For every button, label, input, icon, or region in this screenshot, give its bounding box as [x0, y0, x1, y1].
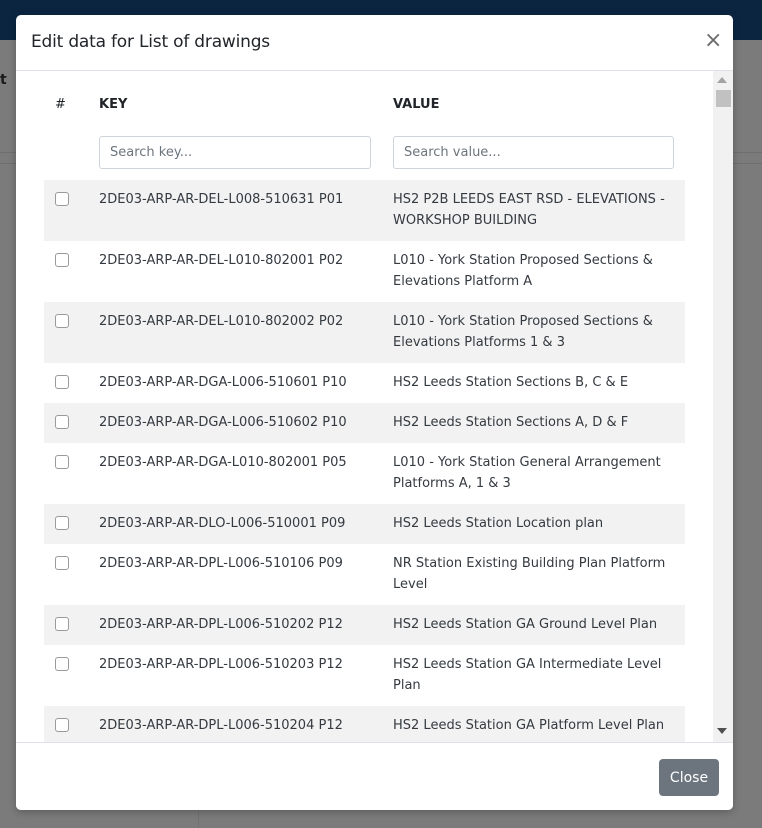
row-key: 2DE03-ARP-AR-DPL-L006-510202 P12 — [99, 617, 343, 632]
modal-body: # KEY VALUE 2DE03-ARP-AR-DEL-L008-510631… — [16, 71, 733, 742]
row-key: 2DE03-ARP-AR-DGA-L006-510602 P10 — [99, 415, 347, 430]
table-row: 2DE03-ARP-AR-DPL-L006-510204 P12 HS2 Lee… — [44, 706, 685, 742]
row-value: HS2 P2B LEEDS EAST RSD - ELEVATIONS - WO… — [393, 192, 665, 228]
vertical-scrollbar[interactable] — [713, 71, 733, 742]
row-value: HS2 Leeds Station Sections B, C & E — [393, 375, 629, 390]
column-header-value: VALUE — [393, 97, 440, 112]
modal-footer: Close — [16, 742, 733, 810]
row-checkbox[interactable] — [55, 455, 69, 469]
background-partial-text: t — [0, 72, 7, 88]
search-key-input[interactable] — [99, 136, 371, 169]
scroll-up-arrow-icon[interactable] — [717, 77, 727, 83]
row-value: HS2 Leeds Station GA Platform Level Plan — [393, 718, 665, 733]
close-button[interactable]: Close — [659, 759, 719, 796]
row-checkbox[interactable] — [55, 192, 69, 206]
scroll-down-arrow-icon[interactable] — [717, 728, 727, 734]
column-header-key: KEY — [99, 97, 128, 112]
row-key: 2DE03-ARP-AR-DPL-L006-510106 P09 — [99, 556, 343, 571]
table-row: 2DE03-ARP-AR-DPL-L006-510106 P09 NR Stat… — [44, 544, 685, 605]
row-value: HS2 Leeds Station GA Ground Level Plan — [393, 617, 658, 632]
row-key: 2DE03-ARP-AR-DEL-L010-802001 P02 — [99, 253, 344, 268]
table-row: 2DE03-ARP-AR-DEL-L008-510631 P01 HS2 P2B… — [44, 180, 685, 241]
table-row: 2DE03-ARP-AR-DPL-L006-510202 P12 HS2 Lee… — [44, 605, 685, 645]
row-value: HS2 Leeds Station GA Intermediate Level … — [393, 657, 662, 693]
table-row: 2DE03-ARP-AR-DGA-L010-802001 P05 L010 - … — [44, 443, 685, 504]
row-key: 2DE03-ARP-AR-DPL-L006-510203 P12 — [99, 657, 343, 672]
row-value: L010 - York Station Proposed Sections & … — [393, 314, 653, 350]
row-checkbox[interactable] — [55, 617, 69, 631]
row-checkbox[interactable] — [55, 253, 69, 267]
table-row: 2DE03-ARP-AR-DPL-L006-510203 P12 HS2 Lee… — [44, 645, 685, 706]
table-row: 2DE03-ARP-AR-DGA-L006-510601 P10 HS2 Lee… — [44, 363, 685, 403]
row-checkbox[interactable] — [55, 657, 69, 671]
row-value: L010 - York Station General Arrangement … — [393, 455, 661, 491]
scrollbar-thumb[interactable] — [716, 90, 731, 107]
column-header-number: # — [55, 97, 66, 112]
row-key: 2DE03-ARP-AR-DGA-L006-510601 P10 — [99, 375, 347, 390]
row-checkbox[interactable] — [55, 718, 69, 732]
row-checkbox[interactable] — [55, 314, 69, 328]
modal-title: Edit data for List of drawings — [31, 32, 270, 52]
table-row: 2DE03-ARP-AR-DGA-L006-510602 P10 HS2 Lee… — [44, 403, 685, 443]
table-body: 2DE03-ARP-AR-DEL-L008-510631 P01 HS2 P2B… — [44, 180, 685, 742]
edit-data-modal: Edit data for List of drawings × # KEY V… — [16, 15, 733, 810]
table-row: 2DE03-ARP-AR-DEL-L010-802002 P02 L010 - … — [44, 302, 685, 363]
row-key: 2DE03-ARP-AR-DPL-L006-510204 P12 — [99, 718, 343, 733]
background-divider — [198, 810, 199, 828]
row-checkbox[interactable] — [55, 415, 69, 429]
search-value-input[interactable] — [393, 136, 674, 169]
close-icon[interactable]: × — [704, 29, 722, 53]
row-checkbox[interactable] — [55, 516, 69, 530]
table-row: 2DE03-ARP-AR-DLO-L006-510001 P09 HS2 Lee… — [44, 504, 685, 544]
row-key: 2DE03-ARP-AR-DEL-L010-802002 P02 — [99, 314, 344, 329]
row-value: HS2 Leeds Station Sections A, D & F — [393, 415, 629, 430]
row-checkbox[interactable] — [55, 375, 69, 389]
table-row: 2DE03-ARP-AR-DEL-L010-802001 P02 L010 - … — [44, 241, 685, 302]
row-value: L010 - York Station Proposed Sections & … — [393, 253, 653, 289]
row-value: NR Station Existing Building Plan Platfo… — [393, 556, 666, 592]
row-value: HS2 Leeds Station Location plan — [393, 516, 604, 531]
row-key: 2DE03-ARP-AR-DEL-L008-510631 P01 — [99, 192, 344, 207]
modal-header: Edit data for List of drawings × — [16, 15, 733, 71]
row-checkbox[interactable] — [55, 556, 69, 570]
row-key: 2DE03-ARP-AR-DGA-L010-802001 P05 — [99, 455, 347, 470]
row-key: 2DE03-ARP-AR-DLO-L006-510001 P09 — [99, 516, 346, 531]
